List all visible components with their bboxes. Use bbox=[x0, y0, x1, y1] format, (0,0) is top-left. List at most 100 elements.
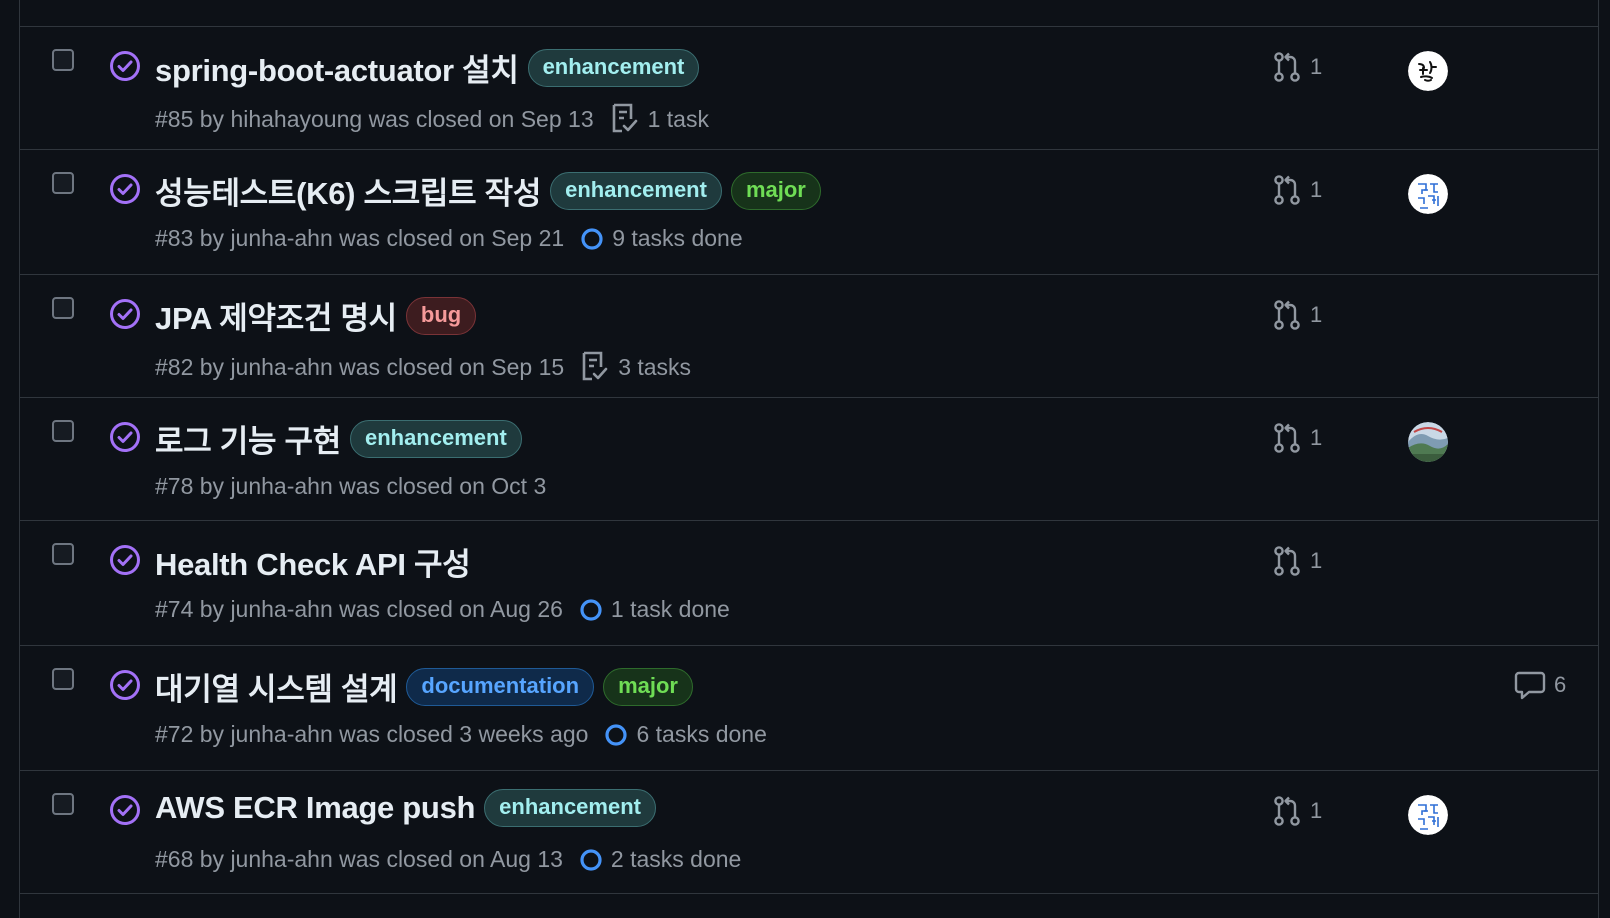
issue-title-line: 로그 기능 구현 enhancement bbox=[155, 416, 522, 461]
linked-pull-requests[interactable]: 1 bbox=[1272, 51, 1322, 83]
progress-circle-icon bbox=[579, 848, 611, 872]
issue-title-link[interactable]: 대기열 시스템 설계 bbox=[155, 664, 398, 709]
issue-meta: #82 by junha-ahn was closed on Sep 15 3 t… bbox=[155, 350, 691, 384]
task-progress[interactable]: 9 tasks done bbox=[580, 225, 743, 252]
issue-list: spring-boot-actuator 설치 enhancement #85 by… bbox=[19, 0, 1599, 918]
assignee-avatar[interactable] bbox=[1408, 174, 1448, 214]
issue-closed-icon bbox=[108, 172, 142, 206]
issue-meta: #72 by junha-ahn was closed 3 weeks ago 6… bbox=[155, 721, 767, 748]
issue-title-link[interactable]: spring-boot-actuator 설치 bbox=[155, 45, 519, 90]
issue-meta: #68 by junha-ahn was closed on Aug 13 2 t… bbox=[155, 846, 741, 873]
issue-meta-text: #78 by junha-ahn was closed on Oct 3 bbox=[155, 473, 547, 499]
issue-labels: enhancement major bbox=[541, 171, 821, 210]
task-progress-text: 3 tasks bbox=[618, 353, 692, 380]
label-enhancement[interactable]: enhancement bbox=[527, 48, 700, 87]
issue-row[interactable]: 성능테스트(K6) 스크립트 작성 enhancement major #83 by … bbox=[20, 150, 1598, 275]
git-pull-request-icon bbox=[1272, 795, 1310, 827]
issue-closed-icon bbox=[108, 420, 142, 454]
issue-row[interactable]: 로그 기능 구현 enhancement #78 by junha-ahn was … bbox=[20, 398, 1598, 521]
linked-pr-count: 1 bbox=[1310, 54, 1323, 79]
label-documentation[interactable]: documentation bbox=[406, 667, 595, 706]
issue-closed-icon bbox=[108, 543, 142, 577]
issue-select-checkbox[interactable] bbox=[52, 420, 74, 442]
issue-select-checkbox[interactable] bbox=[52, 668, 74, 690]
linked-pr-count: 1 bbox=[1310, 302, 1323, 327]
git-pull-request-icon bbox=[1272, 51, 1310, 83]
issue-labels: enhancement bbox=[341, 419, 522, 458]
issue-title-line: JPA 제약조건 명시 bug bbox=[155, 293, 477, 338]
issue-row[interactable]: 대기열 시스템 설계 documentation major #72 by junha… bbox=[20, 646, 1598, 771]
issue-labels: enhancement bbox=[475, 789, 656, 827]
issue-row[interactable]: AWS ECR Image push enhancement #68 by junh… bbox=[20, 771, 1598, 894]
linked-pr-count: 1 bbox=[1310, 548, 1323, 573]
assignee-avatar[interactable] bbox=[1408, 422, 1448, 462]
issue-select-checkbox[interactable] bbox=[52, 297, 74, 319]
issue-title-line: 대기열 시스템 설계 documentation major bbox=[155, 664, 693, 709]
issue-meta: #74 by junha-ahn was closed on Aug 26 1 t… bbox=[155, 596, 730, 623]
linked-pr-count: 1 bbox=[1310, 425, 1323, 450]
linked-pull-requests[interactable]: 1 bbox=[1272, 795, 1322, 827]
linked-pr-count: 1 bbox=[1310, 177, 1323, 202]
issue-meta: #78 by junha-ahn was closed on Oct 3 bbox=[155, 473, 546, 500]
task-progress[interactable]: 1 task done bbox=[579, 596, 730, 623]
task-progress-text: 9 tasks done bbox=[612, 225, 743, 251]
assignee-avatar[interactable] bbox=[1408, 51, 1448, 91]
task-progress-text: 1 task done bbox=[610, 596, 730, 622]
issue-meta-text: #74 by junha-ahn was closed on Aug 26 bbox=[155, 596, 563, 622]
label-enhancement[interactable]: enhancement bbox=[349, 419, 522, 458]
issue-row[interactable]: spring-boot-actuator 설치 enhancement #85 by… bbox=[20, 27, 1598, 150]
issue-title-line: Health Check API 구성 bbox=[155, 539, 471, 584]
linked-pull-requests[interactable]: 1 bbox=[1272, 174, 1322, 206]
tasklist-icon bbox=[580, 350, 618, 384]
comments-link[interactable]: 6 bbox=[1514, 670, 1566, 700]
task-progress[interactable]: 2 tasks done bbox=[579, 846, 741, 873]
issue-row[interactable]: JPA 제약조건 명시 bug #82 by junha-ahn was close… bbox=[20, 275, 1598, 398]
issue-meta-text: #83 by junha-ahn was closed on Sep 21 bbox=[155, 225, 565, 251]
git-pull-request-icon bbox=[1272, 174, 1310, 206]
issue-select-checkbox[interactable] bbox=[52, 172, 74, 194]
issue-select-checkbox[interactable] bbox=[52, 543, 74, 565]
task-progress-text: 2 tasks done bbox=[610, 846, 742, 872]
issue-labels: documentation major bbox=[397, 667, 693, 706]
progress-circle-icon bbox=[604, 723, 636, 747]
issue-title-link[interactable]: Health Check API 구성 bbox=[155, 539, 471, 584]
issue-select-checkbox[interactable] bbox=[52, 49, 74, 71]
progress-circle-icon bbox=[579, 598, 611, 622]
issue-title-link[interactable]: JPA 제약조건 명시 bbox=[155, 293, 397, 338]
issue-closed-icon bbox=[108, 297, 142, 331]
issue-title-line: spring-boot-actuator 설치 enhancement bbox=[155, 45, 700, 90]
issue-title-link[interactable]: 로그 기능 구현 bbox=[155, 416, 341, 461]
label-bug[interactable]: bug bbox=[405, 296, 477, 335]
git-pull-request-icon bbox=[1272, 545, 1310, 577]
issue-row[interactable]: Health Check API 구성 #74 by junha-ahn was … bbox=[20, 521, 1598, 646]
issue-labels: enhancement bbox=[519, 48, 700, 87]
comment-count: 6 bbox=[1554, 672, 1567, 697]
issue-closed-icon bbox=[108, 793, 142, 827]
tasklist-icon bbox=[610, 102, 648, 136]
label-major[interactable]: major bbox=[603, 667, 693, 706]
label-major[interactable]: major bbox=[730, 171, 821, 210]
issue-closed-icon bbox=[108, 49, 142, 83]
issue-meta-text: #72 by junha-ahn was closed 3 weeks ago bbox=[155, 721, 589, 747]
issue-title-line: AWS ECR Image push enhancement bbox=[155, 789, 656, 827]
linked-pull-requests[interactable]: 1 bbox=[1272, 422, 1322, 454]
linked-pull-requests[interactable]: 1 bbox=[1272, 545, 1322, 577]
task-progress[interactable]: 6 tasks done bbox=[604, 721, 767, 748]
task-progress[interactable]: 3 tasks bbox=[580, 350, 691, 384]
issue-meta: #85 by hihahayoung was closed on Sep 13 1… bbox=[155, 102, 709, 136]
previous-row-edge bbox=[20, 0, 1598, 27]
task-progress-text: 1 task bbox=[647, 105, 709, 132]
label-enhancement[interactable]: enhancement bbox=[484, 789, 656, 827]
label-enhancement[interactable]: enhancement bbox=[550, 171, 722, 210]
linked-pull-requests[interactable]: 1 bbox=[1272, 299, 1322, 331]
issue-title-link[interactable]: AWS ECR Image push bbox=[155, 790, 475, 826]
issue-title-line: 성능테스트(K6) 스크립트 작성 enhancement major bbox=[155, 168, 821, 213]
git-pull-request-icon bbox=[1272, 299, 1310, 331]
issue-title-link[interactable]: 성능테스트(K6) 스크립트 작성 bbox=[155, 168, 541, 213]
issue-select-checkbox[interactable] bbox=[52, 793, 74, 815]
issue-closed-icon bbox=[108, 668, 142, 702]
task-progress[interactable]: 1 task bbox=[610, 102, 709, 136]
assignee-avatar[interactable] bbox=[1408, 795, 1448, 835]
issue-labels: bug bbox=[397, 296, 477, 335]
issue-meta-text: #68 by junha-ahn was closed on Aug 13 bbox=[155, 846, 563, 872]
